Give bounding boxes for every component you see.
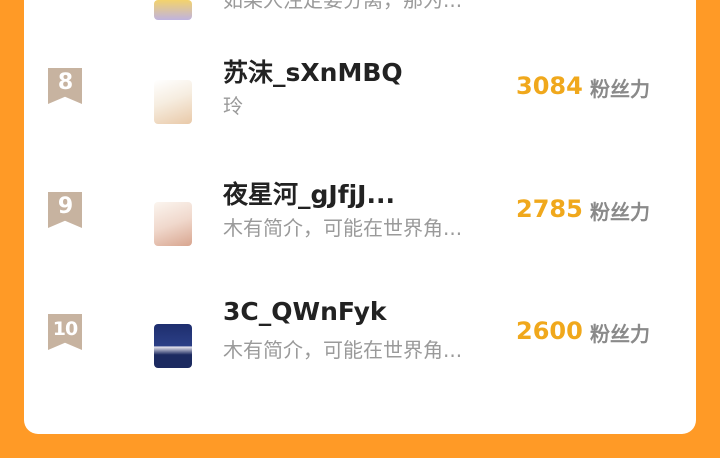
bio-text: 木有简介，可能在世界角... (223, 338, 463, 362)
fan-power-score: 3084 (516, 72, 583, 100)
fan-power-score: 2785 (516, 195, 583, 223)
fan-power-score: 2600 (516, 317, 583, 345)
user-name[interactable]: 夜星河_gJfjJ... (223, 175, 395, 211)
list-item[interactable]: 10 3C_QWnFyk 木有简介，可能在世界角... 2600 粉丝力 (24, 297, 696, 444)
avatar[interactable] (154, 324, 192, 368)
fan-power-label: 粉丝力 (590, 322, 650, 346)
avatar[interactable] (154, 202, 192, 246)
bio-text: 木有简介，可能在世界角... (223, 216, 463, 240)
avatar[interactable] (154, 80, 192, 124)
rank-badge: 8 (48, 68, 82, 104)
bio-text: 如果人注定要分离，那为... (223, 0, 463, 12)
ranking-card: 如果人注定要分离，那为... 8 苏沫_sXnMBQ 玲 3084 粉丝力 9 … (24, 0, 696, 434)
avatar[interactable] (154, 0, 192, 20)
user-name[interactable]: 苏沫_sXnMBQ (223, 53, 403, 89)
rank-badge: 9 (48, 192, 82, 228)
rank-badge: 10 (48, 314, 82, 350)
bio-text: 玲 (223, 94, 243, 118)
user-name[interactable]: 3C_QWnFyk (223, 297, 387, 326)
fan-power-label: 粉丝力 (590, 77, 650, 101)
fan-power-label: 粉丝力 (590, 200, 650, 224)
